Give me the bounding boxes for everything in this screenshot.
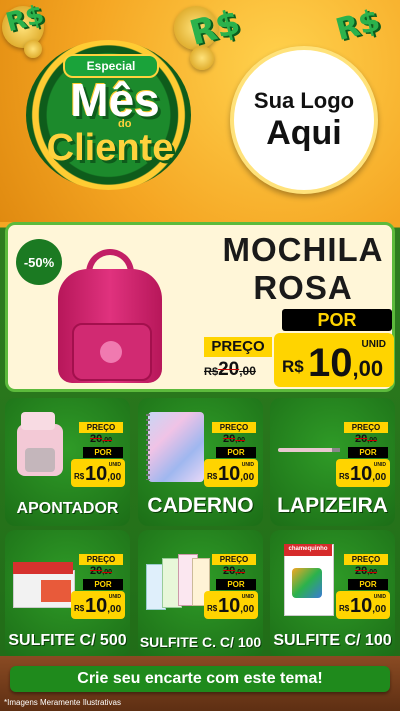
sharpener-icon [11,408,75,480]
old-price: 20,00 [223,433,245,445]
paper-pack-icon: chamequinho [276,540,340,616]
flyer-page: R$ R$ R$ Especial Mês do Cliente Sua Log… [0,0,400,711]
product-name: SULFITE C/ 500 [8,632,127,649]
product-card-lapizeira[interactable]: PREÇO 20,00 POR UNID R$ 10,00 LAPIZEIRA [270,398,395,526]
preco-label: PREÇO [79,554,123,565]
badge-mes-text: Mês [70,74,160,126]
price-box: UNID R$ 10,00 [71,459,125,487]
product-name: CADERNO [147,494,254,517]
preco-label: PREÇO [79,422,123,433]
featured-title: MOCHILA ROSA [213,231,393,307]
old-price: 20,00 [355,565,377,577]
product-name: LAPIZEIRA [277,494,388,517]
logo-line1: Sua Logo [253,88,355,113]
price-box: UNID R$ 10,00 [204,591,258,619]
por-label: POR [348,447,388,458]
product-card-sulfite-color[interactable]: PREÇO 20,00 POR UNID R$ 10,00 SULFITE C.… [138,530,263,658]
preco-label: PREÇO [344,422,388,433]
por-label: POR [216,579,256,590]
cta-button[interactable]: Crie seu encarte com este tema! [10,666,390,692]
badge-cliente-text: Cliente [46,127,174,169]
paper-box-icon [11,540,75,612]
product-name: APONTADOR [16,500,119,517]
paper-brand: chamequinho [288,546,328,552]
por-label: POR [83,579,123,590]
mes-do-cliente-badge: Especial Mês do Cliente [18,40,200,190]
por-label: POR [216,447,256,458]
notebook-icon [144,408,208,482]
preco-label: PREÇO [212,422,256,433]
header-banner: R$ R$ R$ Especial Mês do Cliente Sua Log… [0,0,400,222]
old-price: R$20,00 [204,359,256,380]
featured-product-card[interactable]: -50% MOCHILA ROSA POR PREÇO R$20,00 UNID… [5,222,395,392]
price-box: UNID R$ 10,00 [204,459,258,487]
product-card-sulfite-500[interactable]: PREÇO 20,00 POR UNID R$ 10,00 SULFITE C/… [5,530,130,658]
old-price: 20,00 [90,433,112,445]
preco-label: PREÇO [212,554,256,565]
currency-label: R$ [282,357,304,376]
featured-price: 10,00 [308,341,384,385]
price-box: UNID R$ 10,00 [336,591,390,619]
product-name: SULFITE C. C/ 100 [139,634,262,650]
pencil-icon [276,408,340,480]
money-symbol-icon: R$ [332,2,384,49]
old-price: 20,00 [355,433,377,445]
product-card-caderno[interactable]: PREÇO 20,00 POR UNID R$ 10,00 CADERNO [138,398,263,526]
price-box: UNID R$ 10,00 [71,591,125,619]
disclaimer-text: *Imagens Meramente Ilustrativas [4,698,121,707]
por-label: POR [348,579,388,590]
por-label: POR [83,447,123,458]
product-card-apontador[interactable]: PREÇO 20,00 POR UNID R$ 10,00 APONTADOR [5,398,130,526]
backpack-icon [50,245,170,385]
price-box: UNID R$ 10,00 [336,459,390,487]
old-price: 20,00 [90,565,112,577]
preco-label: PREÇO [344,554,388,565]
preco-label: PREÇO [204,337,272,357]
featured-title-line2: ROSA [253,269,353,306]
product-card-sulfite-100[interactable]: chamequinho PREÇO 20,00 POR UNID R$ 10,0… [270,530,395,658]
price-box: UNID R$ 10,00 [274,333,394,387]
logo-line2: Aqui [266,114,342,152]
por-label: POR [282,309,392,331]
product-name: SULFITE C/ 100 [273,632,392,649]
logo-placeholder[interactable]: Sua Logo Aqui [230,46,378,194]
featured-title-line1: MOCHILA [222,231,384,268]
colored-paper-icon [144,540,210,612]
old-price: 20,00 [223,565,245,577]
